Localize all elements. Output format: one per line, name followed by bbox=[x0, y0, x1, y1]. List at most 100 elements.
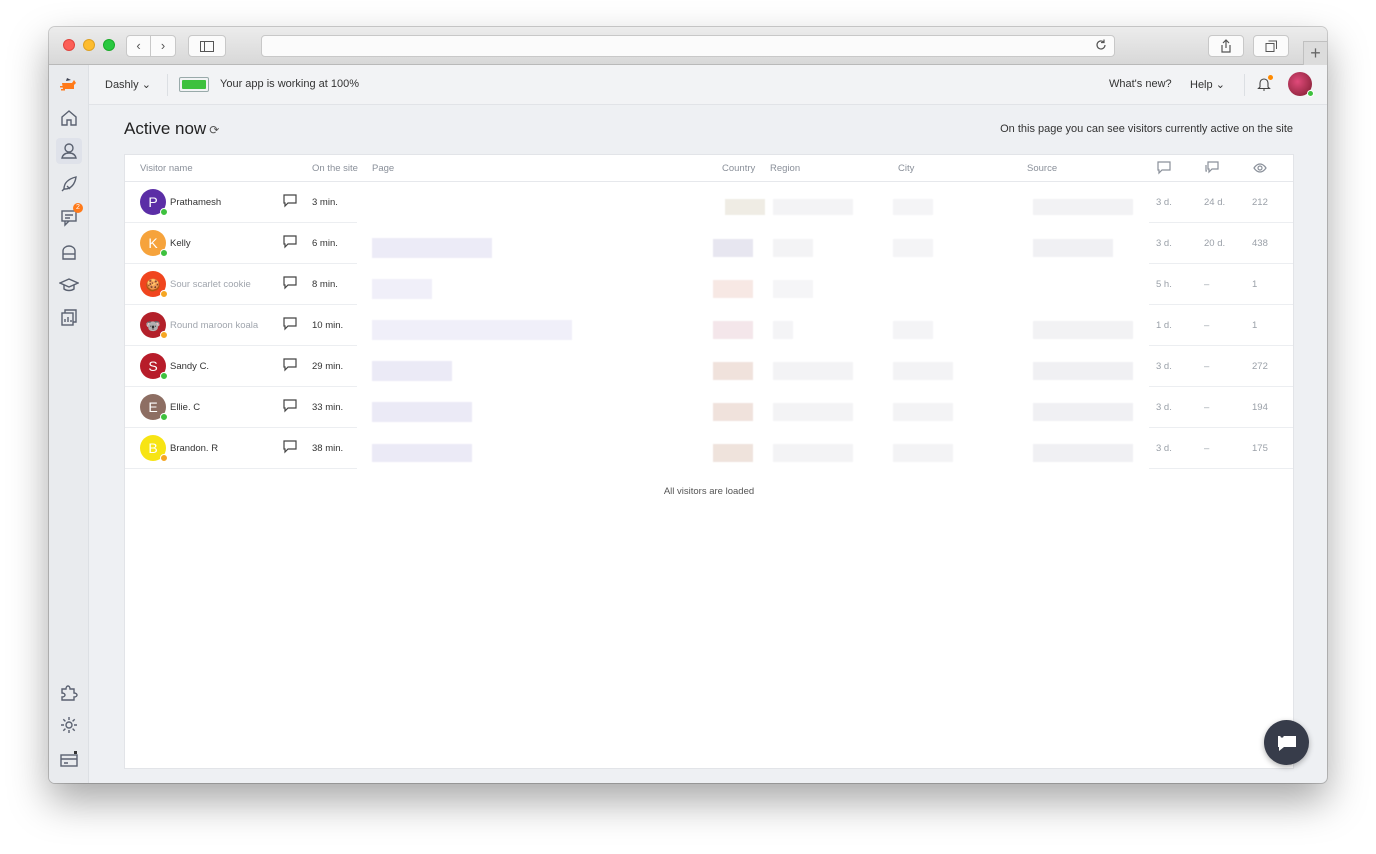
last-chat: 3 d. bbox=[1156, 443, 1172, 454]
start-chat-icon[interactable] bbox=[283, 276, 297, 290]
views-column-icon[interactable] bbox=[1253, 161, 1267, 175]
history-nav: ‹ › bbox=[126, 35, 176, 57]
app-sidebar: 2 bbox=[49, 65, 89, 783]
gear-icon[interactable] bbox=[58, 714, 80, 736]
start-chat-icon[interactable] bbox=[283, 440, 297, 454]
visitors-icon[interactable] bbox=[56, 138, 82, 164]
col-onsite[interactable]: On the site bbox=[312, 163, 358, 174]
divider bbox=[167, 74, 168, 96]
last-chat: 1 d. bbox=[1156, 320, 1172, 331]
table-row[interactable]: 🐨 Round maroon koala 10 min. 1 d. – 1 bbox=[125, 305, 1293, 346]
home-icon[interactable] bbox=[58, 107, 80, 129]
table-row[interactable]: S Sandy C. 29 min. 3 d. – 272 bbox=[125, 346, 1293, 387]
redacted-cell bbox=[893, 238, 933, 257]
visitor-name[interactable]: Prathamesh bbox=[170, 197, 221, 208]
user-avatar[interactable] bbox=[1288, 72, 1314, 97]
time-on-site: 3 min. bbox=[312, 197, 338, 208]
visitor-name[interactable]: Round maroon koala bbox=[170, 320, 258, 331]
bell-icon[interactable] bbox=[1257, 75, 1273, 95]
start-chat-icon[interactable] bbox=[283, 317, 297, 331]
sidebar-toggle-button[interactable] bbox=[188, 35, 226, 57]
visitor-avatar[interactable]: 🐨 bbox=[140, 312, 168, 339]
back-icon[interactable]: ‹ bbox=[127, 36, 151, 56]
conversation-age: – bbox=[1204, 361, 1210, 372]
start-chat-icon[interactable] bbox=[283, 194, 297, 208]
col-source[interactable]: Source bbox=[1027, 163, 1057, 174]
logo-icon[interactable] bbox=[58, 73, 80, 95]
puzzle-icon[interactable] bbox=[58, 681, 80, 703]
visitor-name[interactable]: Sandy C. bbox=[170, 361, 209, 372]
whats-new-link[interactable]: What's new? bbox=[1109, 78, 1172, 90]
forward-icon[interactable]: › bbox=[151, 36, 175, 56]
presence-dot bbox=[160, 249, 168, 257]
project-switcher[interactable]: Dashly ⌄ bbox=[105, 78, 151, 91]
table-row[interactable]: E Ellie. C 33 min. 3 d. – 194 bbox=[125, 387, 1293, 428]
visitor-avatar[interactable]: E bbox=[140, 394, 168, 421]
conversation-age: – bbox=[1204, 443, 1210, 454]
rocket-icon[interactable] bbox=[58, 173, 80, 195]
minimize-window-button[interactable] bbox=[83, 39, 95, 51]
visitor-avatar[interactable]: B bbox=[140, 435, 168, 462]
support-chat-button[interactable] bbox=[1264, 720, 1309, 765]
table-row[interactable]: P Prathamesh 3 min. 3 d. 24 d. 212 bbox=[125, 182, 1293, 223]
visitor-avatar[interactable]: P bbox=[140, 189, 168, 216]
reports-icon[interactable] bbox=[58, 307, 80, 329]
page-title-text: Active now bbox=[124, 119, 207, 138]
col-city[interactable]: City bbox=[898, 163, 914, 174]
visitor-avatar[interactable]: S bbox=[140, 353, 168, 380]
billing-icon[interactable] bbox=[58, 748, 80, 770]
chevron-down-icon: ⌄ bbox=[141, 79, 151, 91]
start-chat-icon[interactable] bbox=[283, 358, 297, 372]
help-menu[interactable]: Help ⌄ bbox=[1190, 78, 1225, 91]
tabs-icon bbox=[1265, 40, 1277, 52]
visitor-name[interactable]: Ellie. C bbox=[170, 402, 200, 413]
tab-overview-button[interactable] bbox=[1253, 35, 1289, 57]
visitor-avatar[interactable]: 🍪 bbox=[140, 271, 168, 298]
last-chat: 3 d. bbox=[1156, 402, 1172, 413]
close-window-button[interactable] bbox=[63, 39, 75, 51]
table-row[interactable]: K Kelly 6 min. 3 d. 20 d. 438 bbox=[125, 223, 1293, 264]
col-visitor[interactable]: Visitor name bbox=[140, 163, 193, 174]
visitor-name[interactable]: Brandon. R bbox=[170, 443, 218, 454]
redacted-cell bbox=[893, 320, 933, 339]
start-chat-icon[interactable] bbox=[283, 399, 297, 413]
visitor-avatar[interactable]: K bbox=[140, 230, 168, 257]
col-page[interactable]: Page bbox=[372, 163, 394, 174]
presence-dot bbox=[160, 208, 168, 216]
visitors-panel: Visitor name On the site Page Country Re… bbox=[124, 154, 1294, 769]
project-name: Dashly bbox=[105, 79, 139, 91]
zoom-window-button[interactable] bbox=[103, 39, 115, 51]
avatar-initial: B bbox=[148, 440, 158, 456]
table-row[interactable]: B Brandon. R 38 min. 3 d. – 175 bbox=[125, 428, 1293, 469]
redacted-cell bbox=[1033, 198, 1133, 215]
reload-icon[interactable] bbox=[1094, 38, 1108, 52]
time-on-site: 10 min. bbox=[312, 320, 344, 331]
app-status: Your app is working at 100% bbox=[220, 78, 360, 90]
visitor-name[interactable]: Sour scarlet cookie bbox=[170, 279, 251, 290]
last-chat-column-icon[interactable] bbox=[1157, 161, 1171, 175]
table-row[interactable]: 🍪 Sour scarlet cookie 8 min. 5 h. – 1 bbox=[125, 264, 1293, 305]
share-button[interactable] bbox=[1208, 35, 1244, 57]
avatar-initial: P bbox=[148, 194, 158, 210]
col-country[interactable]: Country bbox=[722, 163, 755, 174]
redacted-cell bbox=[893, 361, 953, 380]
app-topbar: Dashly ⌄ Your app is working at 100% Wha… bbox=[89, 65, 1327, 105]
new-tab-button[interactable]: + bbox=[1303, 41, 1327, 65]
conversations-column-icon[interactable] bbox=[1205, 161, 1219, 175]
page-views: 438 bbox=[1252, 238, 1268, 249]
visitor-name[interactable]: Kelly bbox=[170, 238, 191, 249]
avatar-initial: K bbox=[148, 235, 158, 251]
notification-dot bbox=[1268, 75, 1273, 80]
academy-icon[interactable] bbox=[58, 274, 80, 296]
loaded-message: All visitors are loaded bbox=[663, 486, 755, 497]
chats-icon[interactable]: 2 bbox=[58, 203, 83, 228]
redacted-cell bbox=[713, 402, 753, 421]
redacted-cell bbox=[372, 278, 432, 299]
knowledge-base-icon[interactable] bbox=[58, 241, 80, 263]
col-region[interactable]: Region bbox=[770, 163, 800, 174]
start-chat-icon[interactable] bbox=[283, 235, 297, 249]
refresh-icon[interactable]: ⟳ bbox=[209, 123, 219, 137]
address-bar[interactable] bbox=[261, 35, 1115, 57]
redacted-cell bbox=[773, 361, 853, 380]
avatar-initial: E bbox=[148, 399, 158, 415]
